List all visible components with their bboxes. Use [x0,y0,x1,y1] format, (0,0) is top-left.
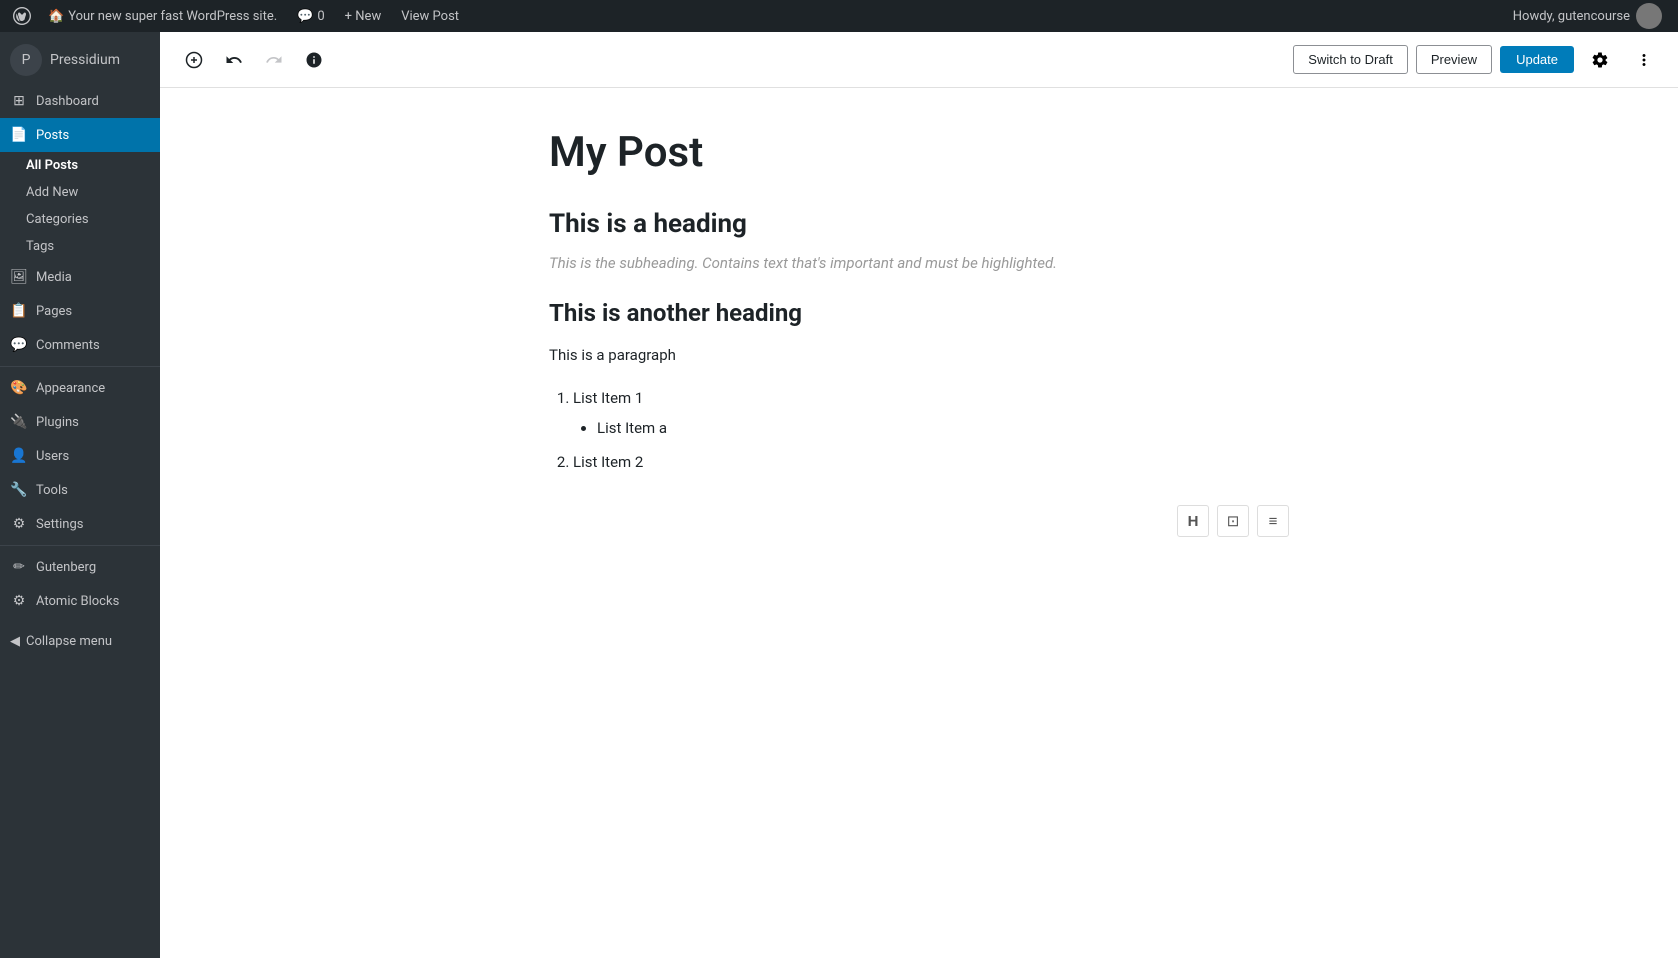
block-list[interactable]: List Item 1 List Item a List Item 2 [573,383,1289,477]
pages-icon: 📋 [10,302,28,320]
switch-to-draft-button[interactable]: Switch to Draft [1293,45,1408,74]
sidebar-item-label: Comments [36,338,100,353]
admin-bar-howdy: Howdy, gutencourse [1513,9,1630,24]
sidebar-item-label: Users [36,449,69,464]
admin-bar-site-name: Your new super fast WordPress site. [68,9,277,24]
brand-icon: P [10,44,42,76]
admin-bar-new[interactable]: + New [337,0,390,32]
preview-button[interactable]: Preview [1416,45,1492,74]
sidebar-collapse[interactable]: ◀ Collapse menu [0,626,160,657]
sidebar-item-settings[interactable]: ⚙ Settings [0,507,160,541]
sidebar-item-label: Gutenberg [36,560,96,575]
wordpress-logo[interactable] [8,2,36,30]
submenu-tags[interactable]: Tags [0,233,160,260]
settings-icon: ⚙ [10,515,28,533]
settings-button[interactable] [1582,42,1618,78]
sidebar-item-dashboard[interactable]: ⊞ Dashboard [0,84,160,118]
heading-icon: H [1188,513,1199,530]
sidebar-item-comments[interactable]: 💬 Comments [0,328,160,362]
admin-bar-site[interactable]: 🏠 Your new super fast WordPress site. [40,0,285,32]
admin-bar-comments-count: 0 [317,9,324,24]
editor-area: Switch to Draft Preview Update My Post [160,32,1678,958]
toolbar-right: Switch to Draft Preview Update [1293,42,1662,78]
sidebar-item-label: Settings [36,517,83,532]
atomic-blocks-icon: ⚙ [10,592,28,610]
block-heading-2[interactable]: This is another heading [549,299,1289,327]
admin-bar-view-post[interactable]: View Post [393,0,467,32]
sidebar-item-label: Pages [36,304,72,319]
view-post-label: View Post [401,9,459,24]
list-item[interactable]: List Item 2 [573,447,1289,477]
editor-toolbar: Switch to Draft Preview Update [160,32,1678,88]
list-item[interactable]: List Item 1 List Item a [573,383,1289,443]
submenu-all-posts[interactable]: All Posts [0,152,160,179]
block-heading-1[interactable]: This is a heading [549,209,1289,239]
update-button[interactable]: Update [1500,46,1574,73]
brand-label: Pressidium [50,52,120,68]
plugins-icon: 🔌 [10,413,28,431]
submenu-add-new[interactable]: Add New [0,179,160,206]
sidebar-item-label: Atomic Blocks [36,594,119,609]
admin-bar-new-label: + New [345,9,382,24]
sidebar-item-label: Media [36,270,72,285]
comments-icon: 💬 [297,9,313,24]
comments-icon: 💬 [10,336,28,354]
editor-content[interactable]: My Post This is a heading This is the su… [160,88,1678,958]
admin-bar: 🏠 Your new super fast WordPress site. 💬 … [0,0,1678,32]
sidebar-item-pages[interactable]: 📋 Pages [0,294,160,328]
sidebar-item-label: Tools [36,483,68,498]
collapse-label: Collapse menu [26,634,112,649]
sidebar-item-label: Plugins [36,415,79,430]
insert-heading-button[interactable]: H [1177,505,1209,537]
sidebar-item-atomic-blocks[interactable]: ⚙ Atomic Blocks [0,584,160,618]
list-sub-item[interactable]: List Item a [597,413,1289,443]
sidebar-item-appearance[interactable]: 🎨 Appearance [0,371,160,405]
list-icon: ≡ [1269,513,1278,530]
sidebar-divider-2 [0,545,160,546]
appearance-icon: 🎨 [10,379,28,397]
admin-bar-site-icon: 🏠 [48,9,64,24]
sidebar-item-tools[interactable]: 🔧 Tools [0,473,160,507]
posts-icon: 📄 [10,126,28,144]
admin-bar-comments[interactable]: 💬 0 [289,0,333,32]
collapse-icon: ◀ [10,634,20,649]
sidebar-item-label: Posts [36,128,69,143]
posts-submenu: All Posts Add New Categories Tags [0,152,160,260]
users-icon: 👤 [10,447,28,465]
media-icon: 🖼 [10,268,28,286]
add-block-button[interactable] [176,42,212,78]
insert-image-button[interactable]: ⊡ [1217,505,1249,537]
block-subheading[interactable]: This is the subheading. Contains text th… [549,251,1289,275]
sidebar-item-gutenberg[interactable]: ✏ Gutenberg [0,550,160,584]
sidebar-item-media[interactable]: 🖼 Media [0,260,160,294]
more-options-button[interactable] [1626,42,1662,78]
sidebar-item-posts[interactable]: 📄 Posts [0,118,160,152]
sidebar: P Pressidium ⊞ Dashboard 📄 Posts All Pos… [0,32,160,958]
sidebar-item-plugins[interactable]: 🔌 Plugins [0,405,160,439]
admin-bar-right: Howdy, gutencourse [1505,3,1670,29]
insert-list-button[interactable]: ≡ [1257,505,1289,537]
sidebar-item-label: Appearance [36,381,105,396]
editor-inner: My Post This is a heading This is the su… [529,128,1309,537]
gutenberg-icon: ✏ [10,558,28,576]
post-title[interactable]: My Post [549,128,1289,177]
sidebar-item-users[interactable]: 👤 Users [0,439,160,473]
redo-button[interactable] [256,42,292,78]
submenu-categories[interactable]: Categories [0,206,160,233]
block-inserter-row: H ⊡ ≡ [549,497,1289,537]
sidebar-divider [0,366,160,367]
block-paragraph[interactable]: This is a paragraph [549,343,1289,367]
undo-button[interactable] [216,42,252,78]
sidebar-brand[interactable]: P Pressidium [0,32,160,84]
sidebar-item-label: Dashboard [36,94,99,109]
dashboard-icon: ⊞ [10,92,28,110]
admin-avatar[interactable] [1636,3,1662,29]
main-layout: P Pressidium ⊞ Dashboard 📄 Posts All Pos… [0,32,1678,958]
tools-icon: 🔧 [10,481,28,499]
image-icon: ⊡ [1227,512,1240,530]
info-button[interactable] [296,42,332,78]
